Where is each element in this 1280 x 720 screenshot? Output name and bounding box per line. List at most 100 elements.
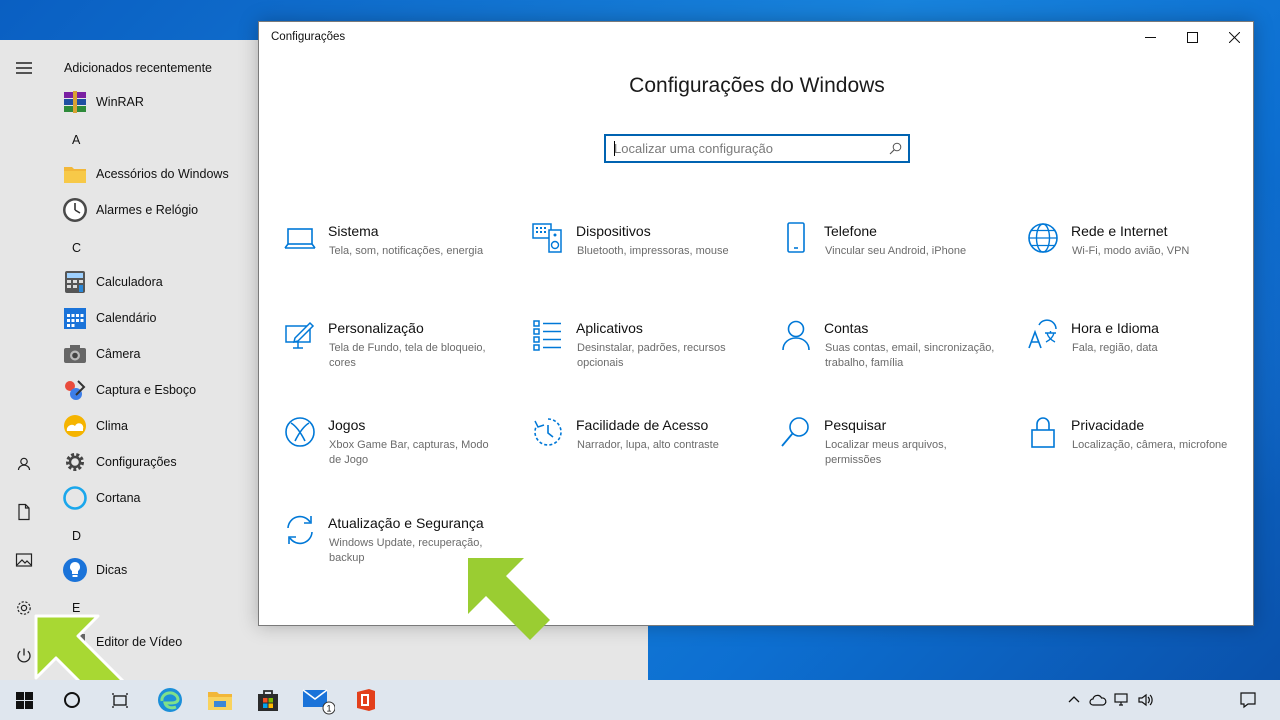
app-cortana[interactable]: Cortana <box>62 480 252 516</box>
category-name: Jogos <box>328 417 366 433</box>
winrar-icon <box>62 89 88 115</box>
camera-icon <box>62 341 88 367</box>
search-icon <box>781 417 809 447</box>
app-calculadora[interactable]: Calculadora <box>62 264 252 300</box>
search-input[interactable] <box>606 136 876 161</box>
volume-icon[interactable] <box>1134 680 1158 720</box>
category-hora-idioma[interactable]: Hora e Idioma Fala, região, data <box>1026 318 1256 398</box>
category-name: Facilidade de Acesso <box>576 417 709 433</box>
category-name: Telefone <box>824 223 877 239</box>
ease-of-access-icon <box>534 418 562 446</box>
category-contas[interactable]: Contas Suas contas, email, sincronização… <box>779 318 1009 398</box>
app-clima[interactable]: Clima <box>62 408 252 444</box>
maximize-button[interactable] <box>1171 22 1213 52</box>
close-button[interactable] <box>1213 22 1255 52</box>
category-name: Privacidade <box>1071 417 1145 433</box>
mail-icon[interactable]: 1 <box>294 680 342 720</box>
folder-icon <box>62 161 88 187</box>
letter-header[interactable]: D <box>72 518 81 554</box>
store-icon[interactable] <box>244 680 292 720</box>
category-facilidade[interactable]: Facilidade de Acesso Narrador, lupa, alt… <box>531 415 761 495</box>
search-box[interactable] <box>604 134 910 163</box>
search-circle-icon[interactable] <box>48 680 96 720</box>
category-desc: Suas contas, email, sincronização, traba… <box>825 342 995 369</box>
app-alarmes[interactable]: Alarmes e Relógio <box>62 192 252 228</box>
app-winrar[interactable]: WinRAR <box>62 84 252 120</box>
category-rede[interactable]: Rede e Internet Wi-Fi, modo avião, VPN <box>1026 221 1256 301</box>
taskbar: 1 <box>0 680 1280 720</box>
xbox-icon <box>285 417 315 447</box>
category-name: Personalização <box>328 320 424 336</box>
edge-icon[interactable] <box>146 680 194 720</box>
app-acessorios[interactable]: Acessórios do Windows <box>62 156 252 192</box>
notification-icon[interactable] <box>1236 680 1260 720</box>
window-title: Configurações <box>271 31 346 43</box>
letter-header[interactable]: A <box>72 122 80 158</box>
app-camera[interactable]: Câmera <box>62 336 252 372</box>
pointer-arrow-icon <box>468 558 550 640</box>
category-name: Atualização e Segurança <box>328 515 484 531</box>
settings-window: Configurações Configurações do Windows S… <box>258 21 1254 626</box>
category-name: Rede e Internet <box>1071 223 1168 239</box>
personalization-icon <box>285 321 315 349</box>
cortana-icon <box>62 485 88 511</box>
gear-icon <box>62 449 88 475</box>
page-title: Configurações do Windows <box>629 74 885 97</box>
mail-badge: 1 <box>326 704 331 714</box>
category-name: Aplicativos <box>576 320 643 336</box>
category-desc: Bluetooth, impressoras, mouse <box>577 245 729 257</box>
file-explorer-icon[interactable] <box>196 680 244 720</box>
category-desc: Fala, região, data <box>1072 342 1158 354</box>
hamburger-icon[interactable] <box>0 44 48 92</box>
category-name: Dispositivos <box>576 223 651 239</box>
globe-icon <box>1028 223 1058 253</box>
category-privacidade[interactable]: Privacidade Localização, câmera, microfo… <box>1026 415 1256 495</box>
calculator-icon <box>62 269 88 295</box>
category-name: Contas <box>824 320 869 336</box>
category-desc: Desinstalar, padrões, recursos opcionais <box>577 342 726 369</box>
category-aplicativos[interactable]: Aplicativos Desinstalar, padrões, recurs… <box>531 318 761 398</box>
app-configuracoes[interactable]: Configurações <box>62 444 252 480</box>
user-icon[interactable] <box>0 440 48 488</box>
search-icon[interactable] <box>889 142 902 155</box>
documents-icon[interactable] <box>0 488 48 536</box>
category-name: Hora e Idioma <box>1071 320 1159 336</box>
tips-icon <box>62 557 88 583</box>
minimize-button[interactable] <box>1129 22 1171 52</box>
text-caret <box>614 141 615 156</box>
category-jogos[interactable]: Jogos Xbox Game Bar, capturas, Modo de J… <box>283 415 513 495</box>
app-dicas[interactable]: Dicas <box>62 552 252 588</box>
time-language-icon <box>1028 319 1057 349</box>
office-icon[interactable] <box>342 680 390 720</box>
app-calendario[interactable]: Calendário <box>62 300 252 336</box>
category-personalizacao[interactable]: Personalização Tela de Fundo, tela de bl… <box>283 318 513 398</box>
letter-header[interactable]: C <box>72 230 81 266</box>
windows-start-icon[interactable] <box>0 680 48 720</box>
category-name: Pesquisar <box>824 417 887 433</box>
weather-icon <box>62 413 88 439</box>
network-icon[interactable] <box>1110 680 1134 720</box>
update-icon <box>287 515 313 545</box>
category-desc: Vincular seu Android, iPhone <box>825 245 967 257</box>
category-dispositivos[interactable]: Dispositivos Bluetooth, impressoras, mou… <box>531 221 761 301</box>
lock-icon <box>1031 417 1055 448</box>
category-name: Sistema <box>328 223 379 239</box>
phone-icon <box>787 222 805 253</box>
task-view-icon[interactable] <box>96 680 144 720</box>
pictures-icon[interactable] <box>0 536 48 584</box>
category-desc: Xbox Game Bar, capturas, Modo de Jogo <box>329 439 489 466</box>
app-captura[interactable]: Captura e Esboço <box>62 372 252 408</box>
chevron-up-icon[interactable] <box>1062 680 1086 720</box>
category-desc: Wi-Fi, modo avião, VPN <box>1072 245 1190 257</box>
category-telefone[interactable]: Telefone Vincular seu Android, iPhone <box>779 221 1009 301</box>
category-desc: Tela, som, notificações, energia <box>329 245 484 257</box>
category-desc: Localizar meus arquivos, permissões <box>825 439 947 466</box>
category-sistema[interactable]: Sistema Tela, som, notificações, energia <box>283 221 513 301</box>
category-desc: Tela de Fundo, tela de bloqueio, cores <box>329 342 486 369</box>
start-rail <box>0 40 48 680</box>
clock-icon <box>62 197 88 223</box>
category-pesquisar[interactable]: Pesquisar Localizar meus arquivos, permi… <box>779 415 1009 495</box>
onedrive-icon[interactable] <box>1086 680 1110 720</box>
person-icon <box>782 320 810 351</box>
calendar-icon <box>62 305 88 331</box>
